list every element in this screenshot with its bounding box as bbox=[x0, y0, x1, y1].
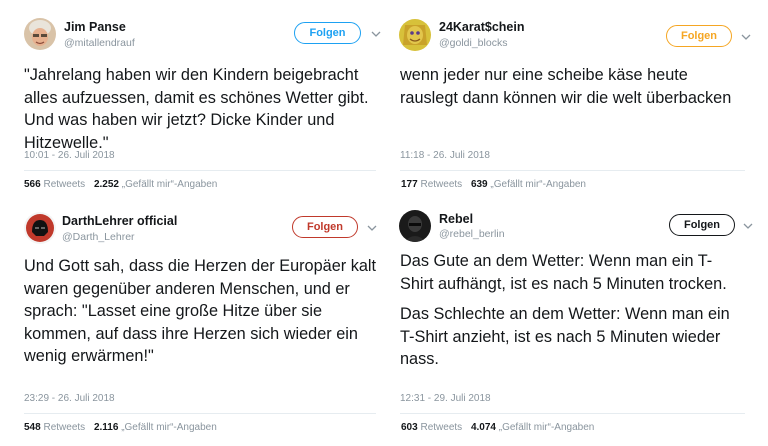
follow-button[interactable]: Folgen bbox=[294, 22, 361, 44]
retweet-number: 548 bbox=[24, 422, 41, 433]
tweet-text-paragraph: Das Gute an dem Wetter: Wenn man ein T-S… bbox=[400, 252, 727, 293]
avatar[interactable] bbox=[24, 212, 56, 244]
retweet-number: 566 bbox=[24, 179, 41, 190]
tweet-timestamp[interactable]: 10:01 - 26. Juli 2018 bbox=[24, 150, 115, 161]
retweet-count[interactable]: 603 Retweets bbox=[401, 422, 462, 433]
divider bbox=[24, 170, 376, 171]
chevron-down-icon[interactable] bbox=[366, 222, 378, 234]
like-label: „Gefällt mir“-Angaben bbox=[121, 179, 218, 190]
tweet-stats: 548 Retweets 2.116 „Gefällt mir“-Angaben bbox=[24, 422, 223, 433]
user-name[interactable]: Jim Panse bbox=[64, 20, 126, 34]
divider bbox=[24, 413, 376, 414]
tweet-text-paragraph: Und Gott sah, dass die Herzen der Europä… bbox=[24, 257, 377, 365]
chevron-down-icon[interactable] bbox=[370, 28, 382, 40]
retweet-label: Retweets bbox=[420, 179, 463, 190]
user-name[interactable]: 24Karat$chein bbox=[439, 20, 524, 34]
tweet-text-paragraph: Das Schlechte an dem Wetter: Wenn man ei… bbox=[400, 305, 730, 368]
tweet-stats: 603 Retweets 4.074 „Gefällt mir“-Angaben bbox=[401, 422, 600, 433]
tweet-text: Das Gute an dem Wetter: Wenn man ein T-S… bbox=[400, 250, 740, 371]
like-number: 4.074 bbox=[470, 422, 496, 433]
retweet-label: Retweets bbox=[43, 422, 86, 433]
tweet-text: Und Gott sah, dass die Herzen der Europä… bbox=[24, 255, 380, 368]
like-count[interactable]: 4.074 „Gefällt mir“-Angaben bbox=[471, 422, 594, 433]
tweet-timestamp[interactable]: 12:31 - 29. Juli 2018 bbox=[400, 393, 491, 404]
retweet-count[interactable]: 548 Retweets bbox=[24, 422, 85, 433]
divider bbox=[400, 413, 745, 414]
avatar[interactable] bbox=[399, 210, 431, 242]
like-number: 2.252 bbox=[93, 179, 119, 190]
follow-button[interactable]: Folgen bbox=[669, 214, 735, 236]
like-label: „Gefällt mir“-Angaben bbox=[498, 422, 595, 433]
user-handle[interactable]: @Darth_Lehrer bbox=[62, 231, 135, 243]
tweet-stats: 566 Retweets 2.252 „Gefällt mir“-Angaben bbox=[24, 179, 223, 190]
user-handle[interactable]: @goldi_blocks bbox=[439, 37, 507, 49]
user-handle[interactable]: @mitallendrauf bbox=[64, 37, 135, 49]
tweet-timestamp[interactable]: 11:18 - 26. Juli 2018 bbox=[400, 150, 490, 161]
tweet-text: wenn jeder nur eine scheibe käse heute r… bbox=[400, 64, 745, 109]
user-handle[interactable]: @rebel_berlin bbox=[439, 228, 505, 240]
retweet-number: 603 bbox=[401, 422, 418, 433]
retweet-count[interactable]: 177 Retweets bbox=[401, 179, 462, 190]
like-count[interactable]: 2.252 „Gefällt mir“-Angaben bbox=[94, 179, 217, 190]
tweet-text: "Jahrelang haben wir den Kindern beigebr… bbox=[24, 64, 376, 154]
like-number: 639 bbox=[470, 179, 488, 190]
like-label: „Gefällt mir“-Angaben bbox=[121, 422, 217, 433]
user-name[interactable]: DarthLehrer official bbox=[62, 214, 177, 228]
like-number: 2.116 bbox=[93, 422, 119, 433]
retweet-label: Retweets bbox=[43, 179, 86, 190]
tweet-text-paragraph: "Jahrelang haben wir den Kindern beigebr… bbox=[24, 66, 369, 152]
retweet-number: 177 bbox=[401, 179, 418, 190]
avatar[interactable] bbox=[399, 19, 431, 51]
tweet-timestamp[interactable]: 23:29 - 26. Juli 2018 bbox=[24, 393, 115, 404]
user-name[interactable]: Rebel bbox=[439, 212, 473, 226]
follow-button[interactable]: Folgen bbox=[666, 25, 732, 47]
like-label: „Gefällt mir“-Angaben bbox=[490, 179, 586, 190]
chevron-down-icon[interactable] bbox=[742, 220, 754, 232]
chevron-down-icon[interactable] bbox=[740, 31, 752, 43]
like-count[interactable]: 639 „Gefällt mir“-Angaben bbox=[471, 179, 586, 190]
divider bbox=[400, 170, 745, 171]
retweet-count[interactable]: 566 Retweets bbox=[24, 179, 85, 190]
retweet-label: Retweets bbox=[420, 422, 463, 433]
like-count[interactable]: 2.116 „Gefällt mir“-Angaben bbox=[94, 422, 217, 433]
follow-button[interactable]: Folgen bbox=[292, 216, 358, 238]
tweet-text-paragraph: wenn jeder nur eine scheibe käse heute r… bbox=[400, 66, 732, 107]
tweet-stats: 177 Retweets 639 „Gefällt mir“-Angaben bbox=[401, 179, 592, 190]
avatar[interactable] bbox=[24, 18, 56, 50]
